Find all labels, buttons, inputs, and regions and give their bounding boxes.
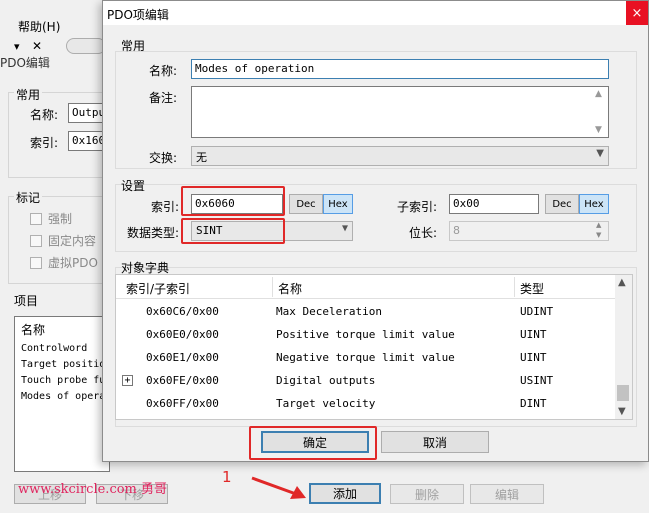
column-divider bbox=[514, 277, 515, 297]
step-number: 1 bbox=[222, 468, 232, 486]
close-icon[interactable]: × bbox=[626, 1, 648, 25]
window-title: PDO编辑 bbox=[0, 56, 50, 70]
highlight-index bbox=[181, 186, 285, 216]
name-label: 名称: bbox=[149, 64, 178, 78]
mandatory-checkbox[interactable]: 强制 bbox=[30, 210, 72, 227]
scrollbar-thumb[interactable] bbox=[617, 385, 629, 401]
table-header: 索引/子索引 名称 类型 bbox=[116, 275, 616, 299]
index-hex-button[interactable]: Hex bbox=[323, 194, 353, 214]
column-header-type[interactable]: 类型 bbox=[520, 280, 544, 297]
general-group-title: 常用 bbox=[121, 39, 146, 53]
list-item[interactable]: Controlword bbox=[21, 343, 87, 354]
list-item[interactable]: Target positio bbox=[21, 359, 105, 370]
items-group-title: 项目 bbox=[14, 294, 39, 308]
list-header: 名称 bbox=[21, 323, 46, 337]
subindex-hex-button[interactable]: Hex bbox=[579, 194, 609, 214]
pdo-items-list[interactable]: 名称 Controlword Target positio Touch prob… bbox=[14, 316, 110, 472]
exchange-select[interactable]: 无 ▼ bbox=[191, 146, 609, 166]
highlight-datatype bbox=[181, 218, 285, 244]
row-type: UINT bbox=[520, 351, 547, 364]
row-name: Negative torque limit value bbox=[276, 351, 455, 364]
checkbox-box bbox=[30, 212, 42, 225]
checkbox-box bbox=[30, 234, 42, 247]
close-icon[interactable]: ✕ bbox=[32, 39, 42, 53]
column-divider bbox=[272, 277, 273, 297]
name-label: 名称: bbox=[30, 108, 59, 122]
list-item[interactable]: Touch probe fu bbox=[21, 375, 105, 386]
row-index: 0x60FE/0x00 bbox=[146, 374, 219, 387]
subindex-label: 子索引: bbox=[397, 200, 438, 214]
virtual-pdo-checkbox[interactable]: 虚拟PDO bbox=[30, 254, 98, 271]
menu-bar: 帮助(H) bbox=[0, 14, 110, 36]
comment-textarea[interactable] bbox=[191, 86, 609, 138]
fixed-content-checkbox[interactable]: 固定内容 bbox=[30, 232, 96, 249]
general-group-title: 常用 bbox=[14, 86, 43, 103]
list-item[interactable]: Modes of opera bbox=[21, 391, 105, 402]
exchange-label: 交换: bbox=[149, 151, 178, 165]
fixed-content-label: 固定内容 bbox=[48, 234, 97, 248]
delete-button[interactable]: 删除 bbox=[390, 484, 464, 504]
dialog-title: PDO项编辑 bbox=[107, 8, 169, 22]
menu-help[interactable]: 帮助(H) bbox=[18, 18, 60, 35]
mandatory-label: 强制 bbox=[48, 212, 73, 226]
row-name: Digital outputs bbox=[276, 374, 376, 387]
exchange-value: 无 bbox=[196, 151, 207, 164]
object-dictionary-table[interactable]: 索引/子索引 名称 类型 0x60C6/0x00 Max Deceleratio… bbox=[115, 274, 633, 420]
index-label: 索引: bbox=[30, 136, 59, 150]
expand-icon[interactable]: + bbox=[122, 375, 133, 386]
row-name: Max Deceleration bbox=[276, 305, 382, 318]
checkbox-box bbox=[30, 256, 42, 269]
edit-button[interactable]: 编辑 bbox=[470, 484, 544, 504]
row-name: Target velocity bbox=[276, 397, 376, 410]
chevron-down-icon[interactable]: ▼ bbox=[618, 406, 626, 417]
spin-up-icon[interactable]: ▲ bbox=[596, 221, 601, 229]
subindex-dec-button[interactable]: Dec bbox=[545, 194, 579, 214]
chevron-up-icon[interactable]: ▲ bbox=[595, 89, 602, 99]
row-type: UINT bbox=[520, 328, 547, 341]
dialog-titlebar: PDO项编辑 × bbox=[103, 1, 648, 25]
highlight-ok-button bbox=[249, 426, 377, 460]
table-row[interactable]: 0x60FF/0x00 Target velocity DINT bbox=[116, 393, 616, 416]
datatype-label: 数据类型: bbox=[127, 226, 180, 240]
row-index: 0x60C6/0x00 bbox=[146, 305, 219, 318]
subindex-input[interactable]: 0x00 bbox=[449, 194, 539, 214]
chevron-up-icon[interactable]: ▲ bbox=[618, 277, 626, 288]
column-header-index[interactable]: 索引/子索引 bbox=[126, 280, 190, 297]
spin-down-icon[interactable]: ▼ bbox=[596, 231, 601, 239]
table-row[interactable]: 0x60C6/0x00 Max Deceleration UDINT bbox=[116, 301, 616, 324]
row-type: USINT bbox=[520, 374, 554, 387]
name-input[interactable]: Modes of operation bbox=[191, 59, 609, 79]
cancel-button[interactable]: 取消 bbox=[381, 431, 489, 453]
toolbar-button[interactable] bbox=[66, 38, 106, 54]
chevron-down-icon: ▼ bbox=[341, 223, 348, 234]
watermark: www.skcircle.com 勇哥 bbox=[18, 482, 168, 497]
virtual-pdo-label: 虚拟PDO bbox=[48, 256, 98, 270]
row-index: 0x60E0/0x00 bbox=[146, 328, 219, 341]
chevron-down-icon[interactable]: ▼ bbox=[595, 125, 602, 135]
table-row[interactable]: + 0x60FE/0x00 Digital outputs USINT bbox=[116, 370, 616, 393]
table-scrollbar[interactable]: ▲ ▼ bbox=[615, 275, 632, 419]
row-type: DINT bbox=[520, 397, 547, 410]
column-header-name[interactable]: 名称 bbox=[278, 280, 302, 297]
bitlen-input[interactable]: 8 bbox=[449, 221, 609, 241]
chevron-down-icon: ▼ bbox=[596, 148, 604, 159]
table-row[interactable]: 0x60E1/0x00 Negative torque limit value … bbox=[116, 347, 616, 370]
bitlen-label: 位长: bbox=[409, 226, 438, 240]
flags-group-title: 标记 bbox=[14, 189, 43, 206]
row-name: Positive torque limit value bbox=[276, 328, 455, 341]
index-dec-button[interactable]: Dec bbox=[289, 194, 323, 214]
row-index: 0x60FF/0x00 bbox=[146, 397, 219, 410]
index-label: 索引: bbox=[151, 200, 180, 214]
comment-label: 备注: bbox=[149, 91, 178, 105]
settings-group-title: 设置 bbox=[121, 179, 146, 193]
row-index: 0x60E1/0x00 bbox=[146, 351, 219, 364]
pin-icon[interactable]: ▾ bbox=[14, 40, 20, 53]
row-type: UDINT bbox=[520, 305, 554, 318]
table-row[interactable]: 0x60E0/0x00 Positive torque limit value … bbox=[116, 324, 616, 347]
pdo-item-edit-dialog: PDO项编辑 × 常用 名称: Modes of operation 备注: ▲… bbox=[102, 0, 649, 462]
add-button[interactable]: 添加 bbox=[309, 483, 381, 504]
